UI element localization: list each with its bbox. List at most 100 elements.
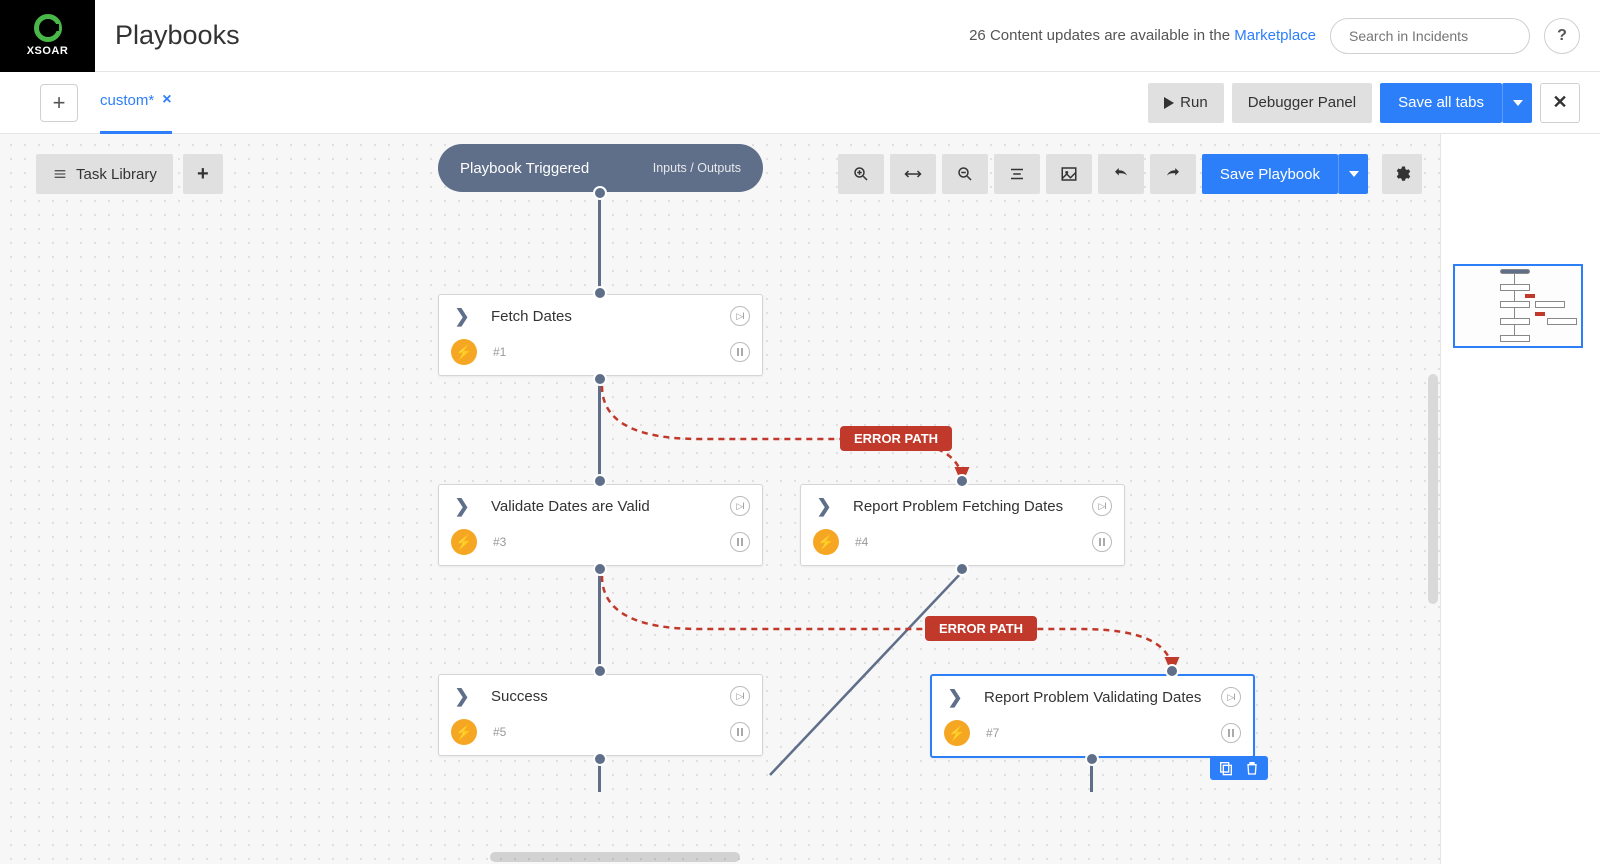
marketplace-link[interactable]: Marketplace (1234, 27, 1316, 44)
chevron-right-icon: ❯ (813, 495, 835, 517)
connector-dot[interactable] (593, 186, 607, 200)
save-playbook-dropdown[interactable] (1338, 154, 1368, 194)
connector-dot[interactable] (593, 286, 607, 300)
pause-icon[interactable] (1092, 532, 1112, 552)
task-node-fetch-dates[interactable]: ❯ Fetch Dates ▷I ⚡ #1 (438, 294, 763, 376)
task-node-report-fetching[interactable]: ❯ Report Problem Fetching Dates ▷I ⚡ #4 (800, 484, 1125, 566)
trigger-node[interactable]: Playbook Triggered Inputs / Outputs (438, 144, 763, 192)
fit-width-button[interactable] (890, 154, 936, 194)
connector-dot[interactable] (1165, 664, 1179, 678)
step-over-icon[interactable]: ▷I (730, 686, 750, 706)
undo-button[interactable] (1098, 154, 1144, 194)
task-node-validate-dates[interactable]: ❯ Validate Dates are Valid ▷I ⚡ #3 (438, 484, 763, 566)
minimap-panel (1440, 134, 1600, 864)
close-panel-button[interactable]: ✕ (1540, 83, 1580, 123)
chevron-down-icon (1513, 100, 1523, 106)
error-path-badge: ERROR PATH (925, 616, 1037, 641)
canvas-container: Task Library + Save Playbook Playbook Tr… (0, 134, 1600, 864)
copy-icon[interactable] (1218, 760, 1234, 776)
connector-line (598, 762, 601, 792)
task-title: Report Problem Validating Dates (984, 689, 1221, 706)
tab-label: custom* (100, 92, 154, 109)
run-label: Run (1180, 94, 1208, 111)
task-library-label: Task Library (76, 166, 157, 183)
search-input[interactable] (1330, 18, 1530, 54)
pause-icon[interactable] (730, 532, 750, 552)
connector-dot[interactable] (1085, 752, 1099, 766)
task-number: #1 (493, 345, 730, 359)
chevron-right-icon: ❯ (451, 495, 473, 517)
minimap[interactable] (1453, 264, 1583, 348)
zoom-in-button[interactable] (838, 154, 884, 194)
subheader: + custom* × Run Debugger Panel Save all … (0, 72, 1600, 134)
run-button[interactable]: Run (1148, 83, 1224, 123)
add-tab-button[interactable]: + (40, 84, 78, 122)
connector-dot[interactable] (593, 474, 607, 488)
connector-line (1090, 762, 1093, 792)
bolt-icon: ⚡ (451, 529, 477, 555)
align-icon (1008, 165, 1026, 183)
step-over-icon[interactable]: ▷I (1221, 687, 1241, 707)
page-title: Playbooks (115, 20, 240, 51)
settings-button[interactable] (1382, 154, 1422, 194)
step-over-icon[interactable]: ▷I (730, 306, 750, 326)
connector-dot[interactable] (955, 562, 969, 576)
task-node-report-validating[interactable]: ❯ Report Problem Validating Dates ▷I ⚡ #… (930, 674, 1255, 758)
pause-icon[interactable] (1221, 723, 1241, 743)
bolt-icon: ⚡ (451, 719, 477, 745)
connector-dot[interactable] (593, 372, 607, 386)
updates-prefix: 26 Content updates are available in the (969, 27, 1234, 44)
pause-icon[interactable] (730, 342, 750, 362)
brand-name: XSOAR (27, 45, 69, 57)
trigger-io-label: Inputs / Outputs (653, 161, 741, 175)
task-title: Report Problem Fetching Dates (853, 498, 1092, 515)
step-over-icon[interactable]: ▷I (730, 496, 750, 516)
task-title: Success (491, 688, 730, 705)
save-playbook-button[interactable]: Save Playbook (1202, 154, 1338, 194)
connector-dot[interactable] (955, 474, 969, 488)
zoom-out-button[interactable] (942, 154, 988, 194)
brand-logo: XSOAR (0, 0, 95, 72)
help-button[interactable]: ? (1544, 18, 1580, 54)
play-icon (1164, 97, 1174, 109)
task-library-button[interactable]: Task Library (36, 154, 173, 194)
connector-dot[interactable] (593, 562, 607, 576)
debugger-panel-button[interactable]: Debugger Panel (1232, 83, 1372, 123)
save-all-tabs-dropdown[interactable] (1502, 83, 1532, 123)
updates-notice: 26 Content updates are available in the … (969, 27, 1316, 44)
trigger-title: Playbook Triggered (460, 160, 589, 177)
library-icon (52, 166, 68, 182)
step-over-icon[interactable]: ▷I (1092, 496, 1112, 516)
pause-icon[interactable] (730, 722, 750, 742)
connector-dot[interactable] (593, 664, 607, 678)
top-header: XSOAR Playbooks 26 Content updates are a… (0, 0, 1600, 72)
undo-icon (1112, 165, 1130, 183)
task-title: Validate Dates are Valid (491, 498, 730, 515)
logo-icon (34, 14, 62, 42)
delete-icon[interactable] (1244, 760, 1260, 776)
align-button[interactable] (994, 154, 1040, 194)
task-number: #4 (855, 535, 1092, 549)
playbook-tab[interactable]: custom* × (100, 72, 172, 134)
playbook-canvas[interactable]: Task Library + Save Playbook Playbook Tr… (0, 134, 1440, 864)
connector-line (598, 194, 601, 294)
close-tab-icon[interactable]: × (162, 91, 171, 109)
task-number: #7 (986, 726, 1221, 740)
task-node-success[interactable]: ❯ Success ▷I ⚡ #5 (438, 674, 763, 756)
task-number: #3 (493, 535, 730, 549)
fit-width-icon (904, 168, 922, 180)
error-connector (600, 574, 1180, 684)
save-all-tabs-button[interactable]: Save all tabs (1380, 83, 1502, 123)
connector-dot[interactable] (593, 752, 607, 766)
redo-button[interactable] (1150, 154, 1196, 194)
add-task-button[interactable]: + (183, 154, 223, 194)
bolt-icon: ⚡ (813, 529, 839, 555)
chevron-down-icon (1349, 171, 1359, 177)
task-title: Fetch Dates (491, 308, 730, 325)
horizontal-scrollbar[interactable] (490, 852, 740, 862)
image-icon (1060, 165, 1078, 183)
zoom-out-icon (956, 165, 974, 183)
image-button[interactable] (1046, 154, 1092, 194)
vertical-scrollbar[interactable] (1428, 374, 1438, 604)
gear-icon (1393, 165, 1411, 183)
